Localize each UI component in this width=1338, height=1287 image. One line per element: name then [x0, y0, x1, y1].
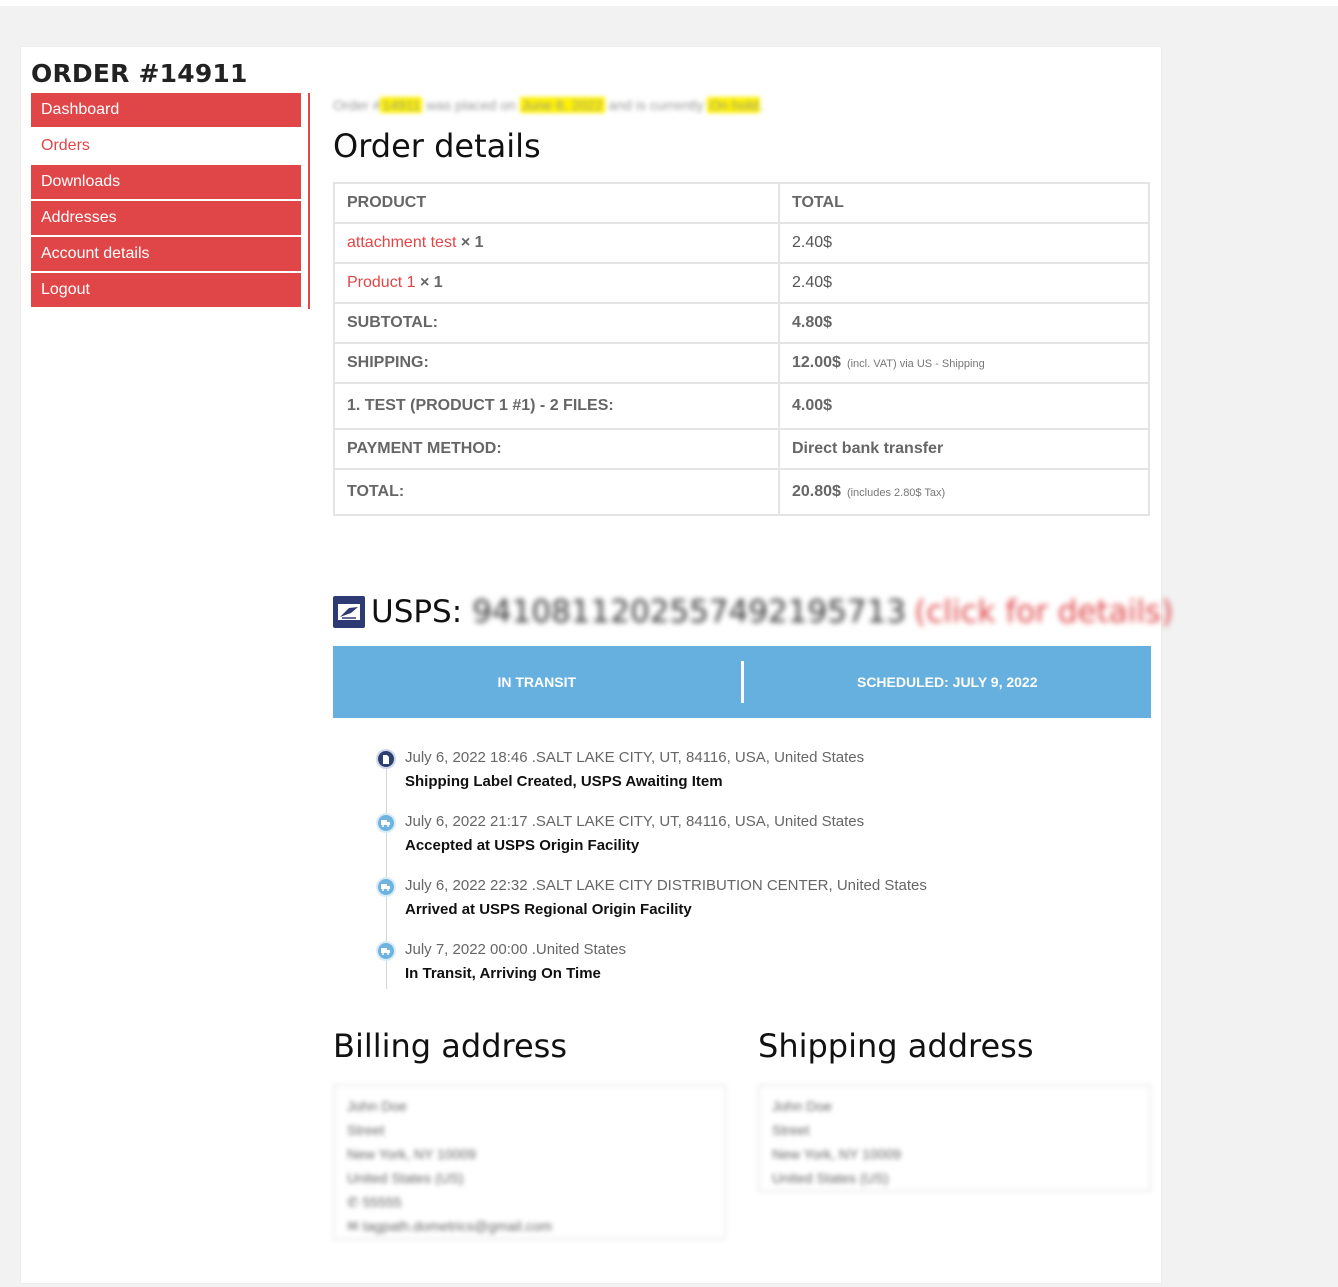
order-total-label: TOTAL:: [333, 468, 780, 516]
table-row: SUBTOTAL: 4.80$: [333, 302, 1150, 344]
order-details-heading: Order details: [333, 127, 541, 165]
fee-value-cell: 4.00$: [778, 382, 1150, 430]
event-description: Shipping Label Created, USPS Awaiting It…: [405, 773, 723, 790]
product-cell: Product 1 × 1: [333, 262, 780, 304]
order-total-value: 20.80$: [792, 483, 841, 500]
shipping-city: New York, NY 10009: [772, 1146, 901, 1162]
order-total-cell: 20.80$ (includes 2.80$ Tax): [778, 468, 1150, 516]
event-description: Accepted at USPS Origin Facility: [405, 837, 640, 854]
order-status-highlight: On hold: [707, 97, 761, 113]
top-band: [0, 0, 1338, 6]
tracking-event: July 6, 2022 18:46 .SALT LAKE CITY, UT, …: [376, 747, 1136, 811]
product-link[interactable]: attachment test: [347, 234, 456, 251]
truck-icon: [376, 877, 396, 897]
nav-item-dashboard[interactable]: Dashboard: [31, 93, 301, 127]
notice-suffix: and is currently: [604, 97, 708, 113]
order-status-notice: Order #14911 was placed on June 8, 2022 …: [333, 94, 764, 116]
event-time-location: July 6, 2022 21:17 .SALT LAKE CITY, UT, …: [405, 813, 865, 830]
fee-label: 1. TEST (PRODUCT 1 #1) - 2 FILES:: [333, 382, 780, 430]
label-icon: [376, 749, 396, 769]
phone-icon: ✆: [347, 1194, 363, 1210]
subtotal-value-cell: 4.80$: [778, 302, 1150, 344]
notice-prefix: Order #: [333, 97, 381, 113]
shipping-note: (incl. VAT) via US - Shipping: [846, 358, 985, 370]
table-header-row: PRODUCT TOTAL: [333, 182, 1150, 224]
event-time-location: July 6, 2022 18:46 .SALT LAKE CITY, UT, …: [405, 749, 865, 766]
product-cell: attachment test × 1: [333, 222, 780, 264]
tracking-event: July 7, 2022 00:00 .United States In Tra…: [376, 939, 1136, 1003]
shipping-address: John Doe Street New York, NY 10009 Unite…: [758, 1084, 1151, 1192]
carrier-label: USPS:: [371, 594, 463, 630]
nav-item-orders[interactable]: Orders: [31, 129, 301, 163]
event-description: Arrived at USPS Regional Origin Facility: [405, 901, 692, 918]
billing-city: New York, NY 10009: [347, 1146, 476, 1162]
table-row: 1. TEST (PRODUCT 1 #1) - 2 FILES: 4.00$: [333, 382, 1150, 430]
order-date-highlight: June 8, 2022: [519, 97, 605, 113]
tracking-number: 9410811202557492195713: [472, 594, 907, 630]
column-header-product: PRODUCT: [333, 182, 780, 224]
billing-address: John Doe Street New York, NY 10009 Unite…: [333, 1084, 726, 1240]
order-number-highlight: 14911: [380, 97, 423, 113]
scheduled-delivery: SCHEDULED: JULY 9, 2022: [856, 674, 1038, 690]
table-row: SHIPPING: 12.00$ (incl. VAT) via US - Shi…: [333, 342, 1150, 384]
column-header-total: TOTAL: [778, 182, 1150, 224]
product-total: 2.40$: [778, 222, 1150, 264]
shipping-value-cell: 12.00$ (incl. VAT) via US - Shipping: [778, 342, 1150, 384]
billing-name: John Doe: [347, 1098, 407, 1114]
shipping-value: 12.00$: [792, 354, 841, 371]
billing-email: tagpath.dometrics@gmail.com: [362, 1218, 552, 1234]
shipment-status-bar: IN TRANSIT SCHEDULED: JULY 9, 2022: [333, 646, 1151, 718]
truck-icon: [376, 941, 396, 961]
product-total: 2.40$: [778, 262, 1150, 304]
tax-note: (includes 2.80$ Tax): [846, 487, 946, 499]
shipping-address-heading: Shipping address: [758, 1027, 1034, 1065]
event-time-location: July 6, 2022 22:32 .SALT LAKE CITY DISTR…: [405, 877, 927, 894]
fee-value: 4.00$: [792, 397, 833, 414]
table-row: TOTAL: 20.80$ (includes 2.80$ Tax): [333, 468, 1150, 516]
billing-email-row: ✉ tagpath.dometrics@gmail.com: [347, 1214, 712, 1238]
subtotal-value: 4.80$: [792, 314, 833, 331]
table-row: attachment test × 1 2.40$: [333, 222, 1150, 264]
billing-phone-row: ✆ 55555: [347, 1190, 712, 1214]
notice-middle: was placed on: [422, 97, 520, 113]
payment-method-cell: Direct bank transfer: [778, 428, 1150, 470]
event-description: In Transit, Arriving On Time: [405, 965, 601, 982]
tracking-header: USPS: 9410811202557492195713 (click for …: [333, 592, 1173, 632]
billing-phone: 55555: [362, 1194, 402, 1210]
shipping-country: United States (US): [772, 1170, 889, 1186]
page-title: ORDER #14911: [31, 59, 248, 88]
shipping-street: Street: [772, 1122, 810, 1138]
tracking-event: July 6, 2022 21:17 .SALT LAKE CITY, UT, …: [376, 811, 1136, 875]
subtotal-label: SUBTOTAL:: [333, 302, 780, 344]
table-row: Product 1 × 1 2.40$: [333, 262, 1150, 304]
nav-item-account-details[interactable]: Account details: [31, 237, 301, 271]
billing-street: Street: [347, 1122, 385, 1138]
payment-method-value: Direct bank transfer: [792, 440, 944, 457]
product-quantity: × 1: [460, 234, 484, 251]
order-details-table: PRODUCT TOTAL attachment test × 1 2.40$ …: [333, 182, 1150, 516]
product-quantity: × 1: [419, 274, 443, 291]
billing-country: United States (US): [347, 1170, 464, 1186]
email-icon: ✉: [347, 1218, 363, 1234]
shipping-label: SHIPPING:: [333, 342, 780, 384]
nav-item-downloads[interactable]: Downloads: [31, 165, 301, 199]
nav-item-logout[interactable]: Logout: [31, 273, 301, 307]
usps-eagle-icon: [333, 596, 365, 628]
account-card: ORDER #14911 Dashboard Orders Downloads …: [20, 46, 1173, 1284]
nav-item-addresses[interactable]: Addresses: [31, 201, 301, 235]
table-row: PAYMENT METHOD: Direct bank transfer: [333, 428, 1150, 470]
tracking-details-link[interactable]: (click for details): [914, 594, 1173, 630]
shipping-name: John Doe: [772, 1098, 832, 1114]
truck-icon: [376, 813, 396, 833]
tracking-timeline: July 6, 2022 18:46 .SALT LAKE CITY, UT, …: [376, 747, 1136, 1003]
event-time-location: July 7, 2022 00:00 .United States: [405, 941, 626, 958]
tracking-event: July 6, 2022 22:32 .SALT LAKE CITY DISTR…: [376, 875, 1136, 939]
shipment-status: IN TRANSIT: [497, 674, 577, 690]
account-navigation: Dashboard Orders Downloads Addresses Acc…: [31, 93, 301, 309]
product-link[interactable]: Product 1: [347, 274, 415, 291]
nav-divider: [308, 93, 310, 309]
notice-end: .: [760, 97, 765, 113]
payment-method-label: PAYMENT METHOD:: [333, 428, 780, 470]
billing-address-heading: Billing address: [333, 1027, 567, 1065]
